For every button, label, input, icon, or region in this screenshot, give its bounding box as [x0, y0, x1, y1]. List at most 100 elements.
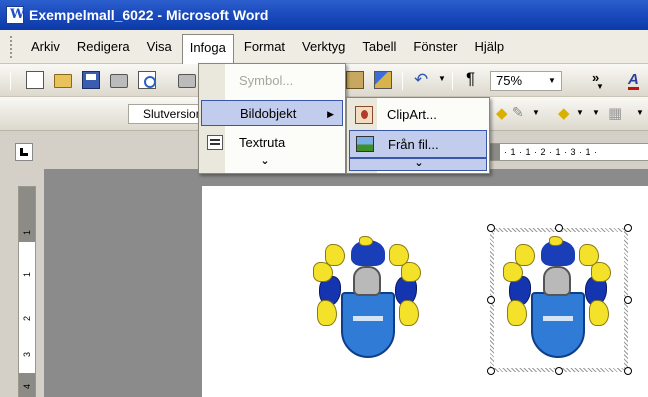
menu-redigera[interactable]: Redigera [70, 34, 137, 60]
mantling-left-leaf-3 [317, 300, 337, 326]
shield [531, 292, 585, 358]
mantling-left-leaf-3 [507, 300, 527, 326]
resize-handle-left[interactable] [487, 296, 495, 304]
font-color-2-icon[interactable]: ◆ [558, 104, 570, 122]
horizontal-ruler-scale: · 1 · 1 · 2 · 1 · 3 · 1 · [504, 147, 598, 157]
undo-icon[interactable]: ↶ [414, 70, 432, 89]
title-bar: Exempelmall_6022 - Microsoft Word [0, 0, 648, 30]
word-app-icon[interactable] [6, 6, 25, 24]
resize-handle-bottom-right[interactable] [624, 367, 632, 375]
horizontal-ruler[interactable]: · 1 · 1 · 2 · 1 · 3 · 1 · [490, 143, 648, 161]
menu-verktyg[interactable]: Verktyg [295, 34, 352, 60]
toolbar-separator-2 [452, 72, 453, 90]
resize-handle-bottom[interactable] [555, 367, 563, 375]
picture-submenu: ClipArt... Från fil... ⌄ [346, 97, 490, 174]
zoom-dropdown-icon[interactable]: ▼ [545, 74, 559, 88]
menu-item-textruta[interactable]: Textruta [201, 130, 343, 156]
style-select[interactable]: Slutversion [128, 104, 200, 124]
menu-visa[interactable]: Visa [140, 34, 179, 60]
menu-infoga[interactable]: Infoga [181, 33, 234, 64]
save-icon[interactable] [82, 71, 100, 89]
menu-item-symbol-label: Symbol... [239, 73, 294, 88]
highlight-icon[interactable]: ◆ [496, 104, 508, 122]
font-color-arrow-icon[interactable]: ▼ [576, 108, 584, 117]
submenu-item-clipart[interactable]: ClipArt... [349, 101, 487, 129]
border-dropdown-icon[interactable]: ▼ [636, 108, 644, 117]
resize-handle-top-left[interactable] [487, 224, 495, 232]
menu-item-symbol[interactable]: Symbol... [201, 68, 343, 94]
toolbar-grip[interactable] [10, 72, 11, 90]
submenu-arrow-icon: ▶ [327, 109, 334, 119]
helm [543, 266, 571, 296]
tab-stop-selector-icon[interactable] [15, 143, 33, 161]
mantling-right-leaf-3 [589, 300, 609, 326]
menu-expand-chevron-icon[interactable]: ⌄ [255, 154, 275, 167]
resize-handle-top[interactable] [555, 224, 563, 232]
menu-tabell[interactable]: Tabell [355, 34, 403, 60]
mantling-left-leaf-2 [515, 244, 535, 266]
submenu-item-fran-fil-label: Från fil... [388, 137, 439, 152]
menu-bar: Arkiv Redigera Visa Infoga Format Verkty… [0, 30, 648, 64]
menubar-grip-handle[interactable] [10, 35, 14, 58]
toolbar-options-dropdown-icon[interactable]: ▼ [596, 82, 604, 91]
submenu-item-clipart-label: ClipArt... [387, 107, 437, 122]
undo-dropdown-icon[interactable]: ▼ [438, 74, 456, 92]
open-folder-icon[interactable] [54, 74, 72, 88]
format-dropdown-icon[interactable]: ▼ [592, 108, 600, 117]
print-preview-icon[interactable] [138, 71, 156, 89]
coat-of-arms-image-selected[interactable] [503, 236, 613, 366]
ruler-margin [490, 144, 500, 160]
mantling-right-leaf-1 [401, 262, 421, 282]
mantling-right-leaf-2 [389, 244, 409, 266]
menu-hjalp[interactable]: Hjälp [467, 34, 511, 60]
style-value: Slutversion [143, 107, 200, 121]
vertical-ruler[interactable]: 1 1 2 3 4 [18, 186, 36, 397]
mantling-right-leaf-2 [579, 244, 599, 266]
vruler-label-1: 1 [22, 229, 32, 235]
window-title: Exempelmall_6022 - Microsoft Word [29, 7, 269, 23]
submenu-item-fran-fil[interactable]: Från fil... [349, 130, 487, 158]
highlight-dropdown-icon[interactable]: ✎ [512, 104, 524, 121]
mantling-right-leaf-3 [399, 300, 419, 326]
menu-item-bildobjekt[interactable]: Bildobjekt ▶ [201, 100, 343, 126]
crest-leaf [549, 236, 563, 246]
submenu-expand-chevron-icon: ⌄ [414, 157, 424, 169]
textbox-icon [207, 135, 223, 150]
menu-fonster[interactable]: Fönster [406, 34, 464, 60]
new-document-icon[interactable] [26, 71, 44, 89]
highlight-arrow-icon[interactable]: ▼ [532, 108, 540, 117]
picture-from-file-icon [356, 136, 374, 152]
zoom-value: 75% [496, 73, 523, 88]
menu-item-bildobjekt-label: Bildobjekt [240, 106, 297, 121]
show-formatting-icon[interactable]: ¶ [466, 69, 484, 88]
vruler-label-4: 3 [22, 351, 32, 357]
printer-icon[interactable] [178, 74, 196, 88]
border-icon[interactable]: ▦ [608, 104, 622, 122]
zoom-select[interactable]: 75% ▼ [490, 71, 562, 91]
font-color-icon[interactable]: A [628, 72, 639, 90]
resize-handle-right[interactable] [624, 296, 632, 304]
menu-item-textruta-label: Textruta [239, 135, 286, 150]
mantling-left-leaf-2 [325, 244, 345, 266]
menu-format[interactable]: Format [237, 34, 292, 60]
submenu-expand-bar[interactable]: ⌄ [349, 157, 487, 171]
clipart-icon [355, 106, 373, 124]
resize-handle-bottom-left[interactable] [487, 367, 495, 375]
coat-of-arms-image[interactable] [313, 236, 423, 366]
crest-leaf [359, 236, 373, 246]
vruler-label-2: 1 [22, 271, 32, 277]
vruler-label-5: 4 [22, 383, 32, 389]
shield [341, 292, 395, 358]
paste-icon[interactable] [346, 71, 364, 89]
shield-band [353, 316, 383, 321]
helm [353, 266, 381, 296]
toolbar-separator [402, 72, 403, 90]
shield-band [543, 316, 573, 321]
mantling-right-leaf-1 [591, 262, 611, 282]
resize-handle-top-right[interactable] [624, 224, 632, 232]
format-painter-icon[interactable] [374, 71, 392, 89]
print-icon[interactable] [110, 74, 128, 88]
menu-arkiv[interactable]: Arkiv [24, 34, 67, 60]
insert-menu-dropdown: Symbol... Bildobjekt ▶ Textruta ⌄ [198, 63, 346, 174]
vruler-label-3: 2 [22, 315, 32, 321]
